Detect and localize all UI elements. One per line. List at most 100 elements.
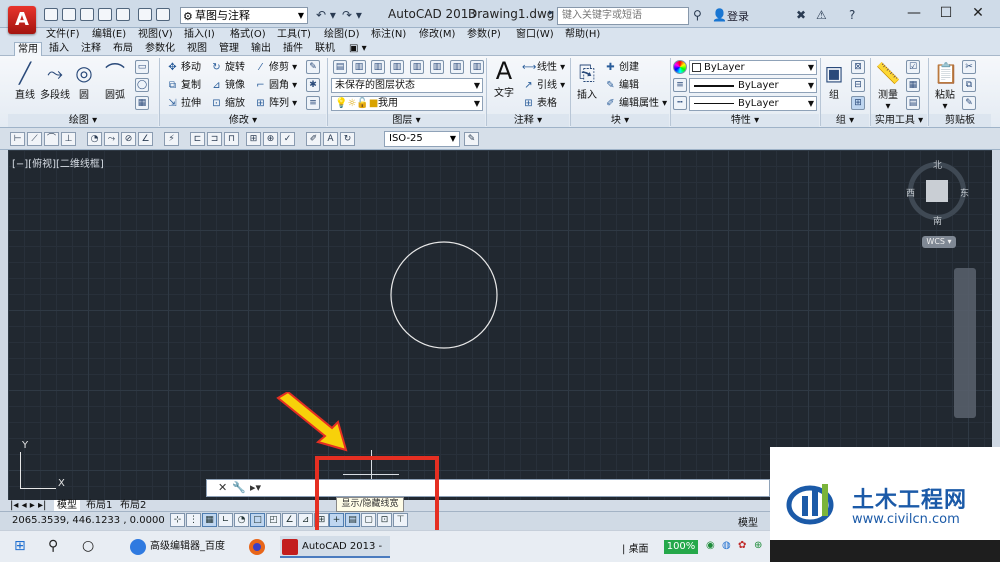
compass-east[interactable]: 东 [960,186,969,199]
infer-constraints-icon[interactable]: ⊹ [170,513,185,527]
ungroup-icon[interactable]: ⊠ [851,60,865,74]
taskbar-item-autocad[interactable]: AutoCAD 2013 - [... [280,536,390,558]
insert-block-tool[interactable]: ⎘ 插入 [573,60,601,101]
dynamic-ucs-icon[interactable]: ⊿ [298,513,313,527]
groups-panel-title[interactable]: 组 ▾ [821,114,869,127]
array-tool[interactable]: ⊞ 阵列 ▾ [254,97,297,111]
lineweight-icon[interactable]: ≡ [673,78,687,92]
close-button[interactable]: ✕ [958,0,998,28]
dim-ordinate-icon[interactable]: ⊥ [61,132,76,146]
help-icon[interactable]: ? [849,8,855,22]
menu-help[interactable]: 帮助(H) [565,28,600,42]
paste-tool[interactable]: 📋 粘贴 ▾ [932,60,959,112]
tab-insert[interactable]: 插入 [46,42,72,56]
layer-dropdown[interactable]: 💡☼🔓■ 我用 ▼ [331,96,483,111]
polar-tracking-icon[interactable]: ◔ [234,513,249,527]
taskbar-item-browser[interactable]: 高级编辑器_百度经... [128,536,240,558]
block-panel-title[interactable]: 块 ▾ [571,114,669,127]
dim-radius-icon[interactable]: ◔ [87,132,102,146]
group-edit-icon[interactable]: ⊟ [851,78,865,92]
exchange-icon[interactable]: ✖ [796,8,806,22]
search-icon[interactable]: ⚲ [48,538,58,554]
dim-angular-icon[interactable]: ∠ [138,132,153,146]
linetype-dropdown[interactable]: ByLayer ▼ [689,78,817,93]
match-properties-icon[interactable]: ✎ [962,96,976,110]
menu-modify[interactable]: 修改(M) [419,28,455,42]
menu-file[interactable]: 文件(F) [46,28,80,42]
dim-space-icon[interactable]: ⊓ [224,132,239,146]
login-link[interactable]: 登录 [727,8,749,24]
move-tool[interactable]: ✥ 移动 [166,61,201,75]
tab-output[interactable]: 输出 [248,42,274,56]
save-as-icon[interactable] [98,8,112,21]
play-icon[interactable]: ▸ [549,8,554,18]
dim-text-edit-icon[interactable]: A [323,132,338,146]
command-line-input[interactable] [206,479,770,497]
tab-view[interactable]: 视图 [184,42,210,56]
drawn-circle[interactable] [390,241,498,349]
tab-layout2[interactable]: 布局2 [120,500,146,511]
rectangle-icon[interactable]: ▭ [135,60,149,74]
save-icon[interactable] [80,8,94,21]
redo-arrow-icon[interactable]: ↷ ▾ [342,8,362,22]
clipboard-panel-title[interactable]: 剪贴板 [929,114,991,127]
copy-tool[interactable]: ⧉ 复制 [166,79,201,93]
create-block-tool[interactable]: ✚ 创建 [604,61,639,75]
layer-state-dropdown[interactable]: 未保存的图层状态 ▼ [331,78,483,93]
binoculars-icon[interactable]: ⚲ [693,8,702,22]
circle-tool[interactable]: ◎ 圆 [70,60,98,101]
edit-attribute-tool[interactable]: ✐ 编辑属性 ▾ [604,97,667,111]
close-icon[interactable]: ✕ [218,481,227,494]
stretch-tool[interactable]: ⇲ 拉伸 [166,97,201,111]
utilities-panel-title[interactable]: 实用工具 ▾ [871,114,927,127]
dim-update-icon[interactable]: ↻ [340,132,355,146]
layout-nav-arrows[interactable]: |◂ ◂ ▸ ▸| [10,500,46,511]
trim-tool[interactable]: ⁄ 修剪 ▾ [254,61,298,75]
layer-tool-icon[interactable]: ▥ [430,60,444,74]
tab-parametric[interactable]: 参数化 [142,42,178,56]
edit-block-tool[interactable]: ✎ 编辑 [604,79,639,93]
id-point-icon[interactable]: ▤ [906,96,920,110]
tab-model[interactable]: 模型 [54,500,80,511]
dimstyle-dropdown[interactable]: ISO-25 ▼ [384,131,460,147]
explode-icon[interactable]: ✱ [306,78,320,92]
object-snap-icon[interactable]: □ [250,513,265,527]
draw-panel-title[interactable]: 绘图 ▾ [8,114,158,127]
viewcube-top-face[interactable] [926,180,948,202]
leader-tool[interactable]: ↗ 引线 ▾ [522,79,565,93]
dim-linear-icon[interactable]: ⊢ [10,132,25,146]
dim-arc-icon[interactable]: ⌒ [44,132,59,146]
navigation-bar[interactable] [954,268,976,418]
menu-parametric[interactable]: 参数(P) [467,28,501,42]
erase-icon[interactable]: ✎ [306,60,320,74]
offset-icon[interactable]: ≡ [306,96,320,110]
linetype-icon[interactable]: ┅ [673,96,687,110]
fillet-tool[interactable]: ⌐ 圆角 ▾ [254,79,297,93]
compass-north[interactable]: 北 [933,158,942,171]
task-view-icon[interactable]: ○ [82,538,94,554]
layer-tool-icon[interactable]: ▥ [470,60,484,74]
polyline-tool[interactable]: ⤳ 多段线 [40,60,70,101]
ribbon-options-icon[interactable]: ▣ ▾ [346,42,370,56]
menu-tools[interactable]: 工具(T) [277,28,311,42]
menu-draw[interactable]: 绘图(D) [324,28,360,42]
cloud-icon[interactable]: ◍ [722,540,731,551]
firefox-icon[interactable] [248,538,266,560]
layer-tool-icon[interactable]: ▥ [450,60,464,74]
print-icon[interactable] [138,8,152,21]
desktop-toolbar[interactable]: | 桌面 [622,540,649,555]
color-wheel-icon[interactable] [673,60,687,74]
layers-panel-title[interactable]: 图层 ▾ [328,114,485,127]
new-file-icon[interactable] [44,8,58,21]
wrench-icon[interactable]: 🔧 [232,481,246,494]
circle-entity[interactable] [385,238,505,356]
tab-home[interactable]: 常用 [14,42,42,57]
cursor-coordinates[interactable]: 2065.3539, 446.1233 , 0.0000 [12,515,165,526]
center-mark-icon[interactable]: ⊕ [263,132,278,146]
object-snap-tracking-icon[interactable]: ∠ [282,513,297,527]
compass-south[interactable]: 南 [933,214,942,227]
scale-tool[interactable]: ⊡ 缩放 [210,97,245,111]
ellipse-icon[interactable]: ◯ [135,78,149,92]
windows-start-icon[interactable]: ⊞ [14,538,26,554]
quick-select-icon[interactable]: ☑ [906,60,920,74]
